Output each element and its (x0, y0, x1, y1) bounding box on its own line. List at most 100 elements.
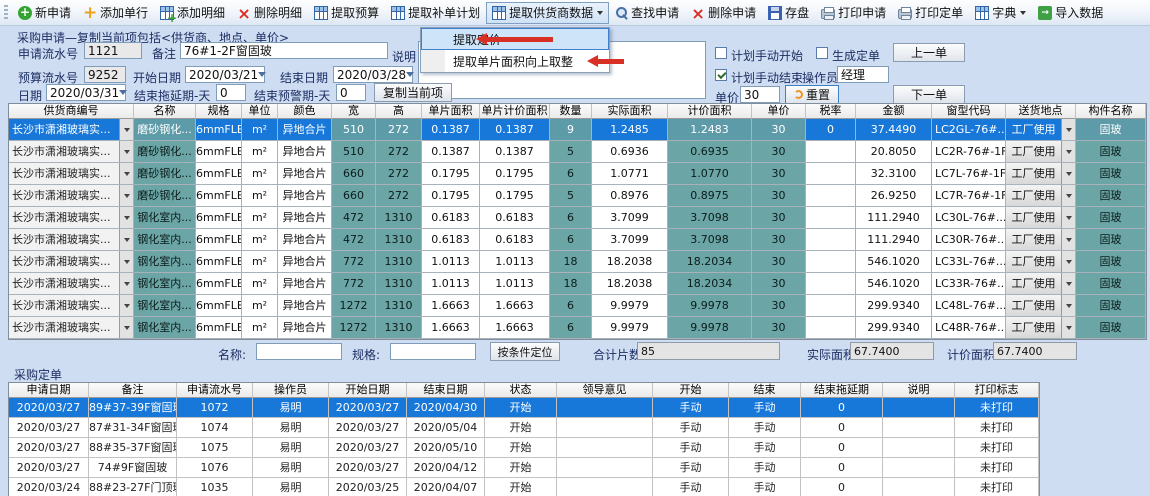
cell-name[interactable]: 磨砂钢化... (134, 163, 196, 185)
orders-cell[interactable]: 手动 (729, 478, 801, 496)
toolbar-button-6[interactable]: 提取补单计划 (385, 2, 486, 24)
cell-height[interactable]: 1310 (376, 317, 422, 339)
cell-height[interactable]: 272 (376, 119, 422, 141)
operator-input[interactable] (837, 66, 889, 83)
orders-column-header[interactable]: 领导意见 (557, 383, 653, 398)
orders-cell[interactable] (557, 458, 653, 478)
orders-cell[interactable]: 手动 (653, 418, 729, 438)
cell-piece_billing_area[interactable]: 0.6183 (480, 207, 550, 229)
cell-name[interactable]: 钢化室内... (134, 317, 196, 339)
orders-cell[interactable]: 易明 (253, 418, 329, 438)
cell-color[interactable]: 异地合片 (278, 185, 332, 207)
main-table-row[interactable]: 长沙市潇湘玻璃实...磨砂钢化...6mmFLE...m²异地合片5102720… (9, 141, 1146, 163)
cell-width[interactable]: 472 (332, 229, 376, 251)
toolbar-button-1[interactable]: 新申请 (12, 2, 77, 24)
main-table-row[interactable]: 长沙市潇湘玻璃实...磨砂钢化...6mmFLE...m²异地合片6602720… (9, 163, 1146, 185)
orders-cell[interactable]: 2020/03/25 (329, 478, 407, 496)
orders-cell[interactable]: 开始 (485, 418, 557, 438)
main-table-row[interactable]: 长沙市潇湘玻璃实...钢化室内...6mmFLE...m²异地合片1272131… (9, 295, 1146, 317)
cell-actual_area[interactable]: 0.8976 (592, 185, 668, 207)
cell-delivery[interactable]: 工厂使用 (1006, 251, 1076, 273)
cell-tax[interactable] (806, 273, 856, 295)
orders-cell[interactable]: 88#35-37F窗固玻 (89, 438, 177, 458)
cell-billing_area[interactable]: 0.8975 (668, 185, 752, 207)
orders-cell[interactable]: 89#37-39F窗固玻 (89, 398, 177, 418)
cell-spec[interactable]: 6mmFLE... (196, 119, 242, 141)
cell-tax[interactable]: 0 (806, 119, 856, 141)
cell-width[interactable]: 1272 (332, 317, 376, 339)
orders-column-header[interactable]: 打印标志 (955, 383, 1039, 398)
cell-qty[interactable]: 6 (550, 163, 592, 185)
cell-color[interactable]: 异地合片 (278, 273, 332, 295)
orders-column-header[interactable]: 开始 (653, 383, 729, 398)
dropdown-arrow-icon[interactable] (1061, 273, 1075, 294)
cell-piece_area[interactable]: 0.1795 (422, 185, 480, 207)
cell-window_code[interactable]: LC33L-76#... (932, 251, 1006, 273)
cell-unit[interactable]: m² (242, 141, 278, 163)
main-column-header[interactable]: 单位 (242, 104, 278, 119)
start-date-combo[interactable]: 2020/03/21 (185, 66, 265, 83)
main-table-row[interactable]: 长沙市潇湘玻璃实...钢化室内...6mmFLE...m²异地合片7721310… (9, 273, 1146, 295)
cell-part[interactable]: 固玻 (1076, 251, 1146, 273)
cell-unit_price[interactable]: 30 (752, 229, 806, 251)
cell-supplier[interactable]: 长沙市潇湘玻璃实... (9, 163, 134, 185)
cell-part[interactable]: 固玻 (1076, 273, 1146, 295)
orders-cell[interactable]: 易明 (253, 398, 329, 418)
cell-supplier[interactable]: 长沙市潇湘玻璃实... (9, 317, 134, 339)
main-column-header[interactable]: 单片面积 (422, 104, 480, 119)
cell-amount[interactable]: 26.9250 (856, 185, 932, 207)
cell-piece_area[interactable]: 1.6663 (422, 317, 480, 339)
orders-cell[interactable]: 手动 (729, 418, 801, 438)
orders-cell[interactable]: 未打印 (955, 478, 1039, 496)
cell-unit_price[interactable]: 30 (752, 119, 806, 141)
cell-unit[interactable]: m² (242, 185, 278, 207)
cell-amount[interactable]: 299.9340 (856, 295, 932, 317)
cell-tax[interactable] (806, 163, 856, 185)
cell-tax[interactable] (806, 317, 856, 339)
cell-supplier[interactable]: 长沙市潇湘玻璃实... (9, 207, 134, 229)
orders-cell[interactable]: 0 (801, 398, 883, 418)
cell-unit_price[interactable]: 30 (752, 317, 806, 339)
dropdown-arrow-icon[interactable] (119, 317, 133, 338)
main-column-header[interactable]: 实际面积 (592, 104, 668, 119)
cell-supplier[interactable]: 长沙市潇湘玻璃实... (9, 141, 134, 163)
cell-unit_price[interactable]: 30 (752, 141, 806, 163)
orders-cell[interactable]: 开始 (485, 458, 557, 478)
orders-cell[interactable]: 1075 (177, 438, 253, 458)
orders-cell[interactable]: 未打印 (955, 418, 1039, 438)
end-date-combo[interactable]: 2020/03/28 (333, 66, 413, 83)
orders-cell[interactable]: 2020/04/30 (407, 398, 485, 418)
orders-cell[interactable]: 0 (801, 458, 883, 478)
cell-height[interactable]: 1310 (376, 207, 422, 229)
cell-color[interactable]: 异地合片 (278, 141, 332, 163)
cell-part[interactable]: 固玻 (1076, 229, 1146, 251)
orders-cell[interactable]: 开始 (485, 438, 557, 458)
orders-cell[interactable]: 手动 (653, 398, 729, 418)
cell-height[interactable]: 272 (376, 185, 422, 207)
cell-height[interactable]: 272 (376, 141, 422, 163)
cell-window_code[interactable]: LC30R-76#... (932, 229, 1006, 251)
cell-piece_area[interactable]: 1.0113 (422, 251, 480, 273)
orders-cell[interactable]: 未打印 (955, 438, 1039, 458)
dropdown-arrow-icon[interactable] (1061, 317, 1075, 338)
orders-cell[interactable]: 易明 (253, 438, 329, 458)
cell-piece_billing_area[interactable]: 1.0113 (480, 273, 550, 295)
orders-column-header[interactable]: 结束拖延期 (801, 383, 883, 398)
plan-manual-end-checkbox[interactable] (715, 69, 727, 81)
orders-cell[interactable]: 2020/03/27 (329, 418, 407, 438)
cell-piece_area[interactable]: 1.6663 (422, 295, 480, 317)
cell-window_code[interactable]: LC30L-76#... (932, 207, 1006, 229)
cell-width[interactable]: 472 (332, 207, 376, 229)
orders-cell[interactable]: 2020/03/27 (9, 438, 89, 458)
cell-height[interactable]: 1310 (376, 229, 422, 251)
main-column-header[interactable]: 金额 (856, 104, 932, 119)
orders-cell[interactable] (883, 458, 955, 478)
date-combo[interactable]: 2020/03/31 (46, 84, 126, 101)
orders-table-row[interactable]: 2020/03/2788#35-37F窗固玻1075易明2020/03/2720… (9, 438, 1039, 458)
cell-supplier[interactable]: 长沙市潇湘玻璃实... (9, 185, 134, 207)
cell-piece_billing_area[interactable]: 1.6663 (480, 317, 550, 339)
budget-no-input[interactable] (84, 66, 126, 83)
cell-qty[interactable]: 18 (550, 251, 592, 273)
cell-unit[interactable]: m² (242, 295, 278, 317)
cell-delivery[interactable]: 工厂使用 (1006, 119, 1076, 141)
